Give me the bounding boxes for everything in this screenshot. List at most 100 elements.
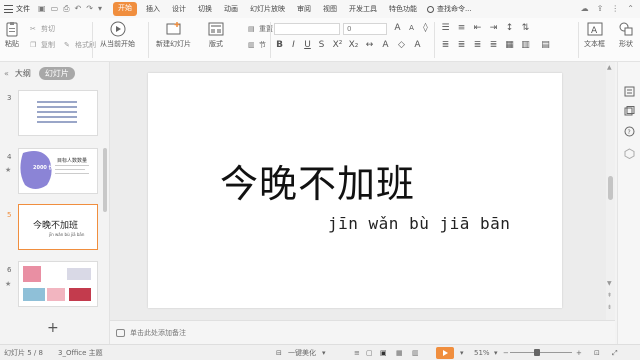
share-icon[interactable]: ⇪ <box>597 0 604 18</box>
panel-scrollbar[interactable] <box>103 148 107 212</box>
notes-pane[interactable]: 单击此处添加备注 <box>110 320 615 344</box>
zoom-in-icon[interactable]: + <box>576 345 582 360</box>
paste-button[interactable]: 粘贴 <box>4 21 20 49</box>
fit-slide-icon[interactable]: ⊡ <box>594 345 600 360</box>
tab-features[interactable]: 特色功能 <box>383 0 423 18</box>
notes-toggle-icon[interactable]: ≡ <box>354 345 360 360</box>
slide-thumbnail-3[interactable] <box>18 90 98 136</box>
zoom-dropdown-icon[interactable]: ▾ <box>494 345 498 360</box>
zoom-slider-thumb[interactable] <box>534 349 540 356</box>
columns-icon[interactable]: ▥ <box>520 40 531 51</box>
new-slide-button[interactable]: 新建幻灯片 <box>156 21 191 49</box>
comment-icon[interactable]: ▢ <box>366 345 373 360</box>
cloud-icon[interactable]: ☁ <box>581 0 589 18</box>
decrease-indent-icon[interactable]: ⇤ <box>472 23 483 34</box>
tab-developer[interactable]: 开发工具 <box>343 0 383 18</box>
canvas-scrollbar[interactable]: ▲ ▼ ⇞ ⇟ <box>606 62 615 320</box>
beautify-dropdown-icon[interactable]: ▾ <box>322 345 326 360</box>
slide-thumbnail-6[interactable] <box>18 261 98 307</box>
tab-view[interactable]: 视图 <box>317 0 343 18</box>
increase-indent-icon[interactable]: ⇥ <box>488 23 499 34</box>
bold-icon[interactable]: B <box>274 40 285 51</box>
command-search[interactable]: 查找命令... <box>426 4 472 14</box>
font-name-field[interactable] <box>274 23 340 35</box>
layout-button[interactable]: 版式 <box>208 21 224 49</box>
tab-outline[interactable]: 大纲 <box>15 68 31 79</box>
highlight-icon[interactable]: A <box>380 40 391 51</box>
zoom-level[interactable]: 51% <box>474 345 490 360</box>
beautify-icon[interactable]: ⊟ <box>276 345 282 360</box>
cube-icon[interactable] <box>624 148 635 159</box>
scroll-down-icon[interactable]: ▼ <box>607 280 612 287</box>
theme-name[interactable]: 3_Office 主题 <box>58 345 103 360</box>
tab-insert[interactable]: 插入 <box>140 0 166 18</box>
help-icon[interactable]: ? <box>624 126 635 137</box>
slide-thumbnail-5[interactable]: 今晚不加班 jīn wǎn bù jiā bān <box>18 204 98 250</box>
text-direction-icon[interactable]: ⇅ <box>520 23 531 34</box>
slide-sorter-icon[interactable]: ▦ <box>396 345 403 360</box>
print-icon[interactable]: ⎙ <box>63 0 69 18</box>
tab-animations[interactable]: 动画 <box>218 0 244 18</box>
zoom-slider[interactable] <box>510 352 572 353</box>
slide-thumbnail-4[interactable]: 2000 份 目标人数数量 <box>18 148 98 194</box>
scroll-thumb[interactable] <box>608 176 613 200</box>
tab-transitions[interactable]: 切换 <box>192 0 218 18</box>
increase-font-icon[interactable]: A <box>392 23 403 34</box>
align-left-icon[interactable]: ≣ <box>440 40 451 51</box>
font-color-icon[interactable]: A <box>412 40 423 51</box>
superscript-icon[interactable]: X² <box>332 40 343 51</box>
undo-icon[interactable]: ↶ <box>75 0 82 18</box>
clear-format-icon[interactable]: ◊ <box>420 23 431 34</box>
justify-icon[interactable]: ≣ <box>488 40 499 51</box>
distribute-icon[interactable]: ▦ <box>504 40 515 51</box>
tab-slideshow[interactable]: 幻灯片放映 <box>244 0 291 18</box>
properties-icon[interactable] <box>624 86 635 97</box>
align-right-icon[interactable]: ≣ <box>472 40 483 51</box>
numbering-icon[interactable]: ≡ <box>456 23 467 34</box>
tab-review[interactable]: 审阅 <box>291 0 317 18</box>
zoom-out-icon[interactable]: − <box>503 345 509 360</box>
fill-color-icon[interactable]: ◇ <box>396 40 407 51</box>
section-button[interactable]: ▥ 节 <box>248 40 266 50</box>
align-center-icon[interactable]: ≣ <box>456 40 467 51</box>
save-icon[interactable]: ▣ <box>38 0 46 18</box>
shadow-icon[interactable]: S <box>316 40 327 51</box>
subscript-icon[interactable]: X₂ <box>348 40 359 51</box>
tab-home[interactable]: 开始 <box>112 2 137 16</box>
shape-button[interactable]: 形状 <box>618 21 634 49</box>
underline-icon[interactable]: U <box>302 40 313 51</box>
slide-title[interactable]: 今晚不加班 <box>220 153 415 208</box>
next-slide-icon[interactable]: ⇟ <box>607 304 612 311</box>
scroll-up-icon[interactable]: ▲ <box>607 64 612 71</box>
play-from-current-button[interactable]: 从当前开始 <box>100 21 135 49</box>
reading-view-icon[interactable]: ▥ <box>412 345 419 360</box>
slide-pinyin[interactable]: jīn wǎn bù jiā bān <box>328 214 510 233</box>
collapse-ribbon-icon[interactable]: ⌃ <box>627 0 634 18</box>
beautify-button[interactable]: 一键美化 <box>288 345 316 360</box>
prev-slide-icon[interactable]: ⇞ <box>607 292 612 299</box>
cut-button[interactable]: ✂ 剪切 <box>30 24 55 34</box>
fullscreen-icon[interactable]: ⤢ <box>612 345 618 360</box>
char-spacing-icon[interactable]: ↔ <box>364 40 375 51</box>
decrease-font-icon[interactable]: A <box>406 23 417 34</box>
slideshow-play-button[interactable] <box>436 347 454 359</box>
line-spacing-icon[interactable]: ↕ <box>504 23 515 34</box>
file-menu[interactable]: 文件 <box>0 0 34 18</box>
normal-view-icon[interactable]: ▣ <box>380 345 387 360</box>
add-slide-icon[interactable]: + <box>47 320 59 336</box>
copy-button[interactable]: ❐ 复制 <box>30 40 55 50</box>
tab-design[interactable]: 设计 <box>166 0 192 18</box>
font-size-field[interactable]: 0 <box>343 23 387 35</box>
animation-pane-icon[interactable] <box>624 106 635 117</box>
collapse-panel-icon[interactable]: « <box>4 69 9 78</box>
dropdown-icon[interactable]: ▾ <box>98 0 102 18</box>
more-icon[interactable]: ⋮ <box>611 0 619 18</box>
align-text-icon[interactable]: ▤ <box>540 40 551 51</box>
redo-icon[interactable]: ↷ <box>86 0 93 18</box>
open-icon[interactable]: ▭ <box>51 0 59 18</box>
textbox-button[interactable]: A 文本框 <box>584 21 605 49</box>
bullets-icon[interactable]: ☰ <box>440 23 451 34</box>
tab-slides[interactable]: 幻灯片 <box>38 66 75 80</box>
current-slide[interactable]: 今晚不加班 jīn wǎn bù jiā bān <box>148 73 562 308</box>
italic-icon[interactable]: I <box>288 40 299 51</box>
